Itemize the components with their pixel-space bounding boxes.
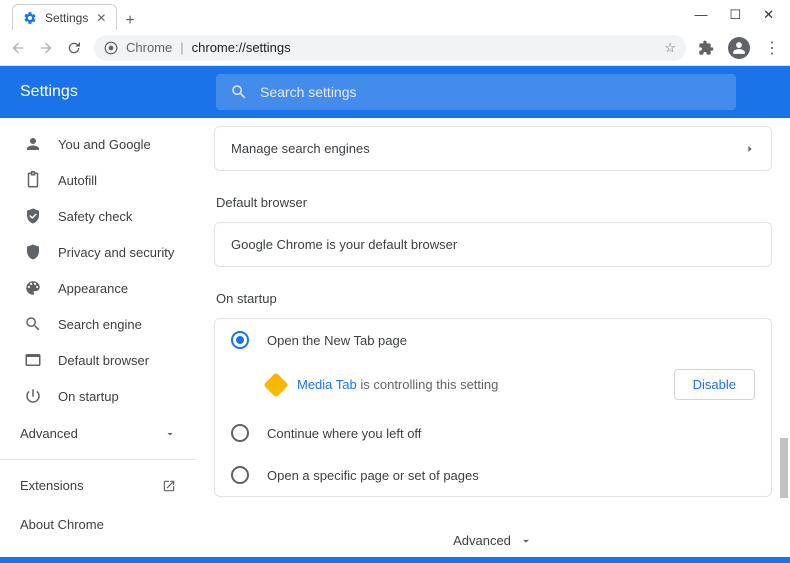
person-icon xyxy=(24,135,42,153)
shield-icon xyxy=(24,243,42,261)
sidebar-item-label: Autofill xyxy=(58,173,97,188)
url-path: chrome://settings xyxy=(192,40,291,55)
chrome-page-icon xyxy=(104,41,118,55)
extensions-label: Extensions xyxy=(20,478,84,493)
content-area: Manage search engines Default browser Go… xyxy=(196,118,790,555)
sidebar: You and Google Autofill Safety check Pri… xyxy=(0,118,196,555)
sidebar-item-label: Privacy and security xyxy=(58,245,174,260)
sidebar-about[interactable]: About Chrome xyxy=(0,505,196,544)
extension-icon xyxy=(263,372,288,397)
default-browser-card: Google Chrome is your default browser xyxy=(214,222,772,267)
scroll-thumb[interactable] xyxy=(780,438,788,498)
chevron-down-icon xyxy=(519,534,533,548)
on-startup-card: Open the New Tab page Media Tab is contr… xyxy=(214,318,772,497)
sidebar-item-label: You and Google xyxy=(58,137,151,152)
extension-link[interactable]: Media Tab xyxy=(297,377,357,392)
search-input[interactable] xyxy=(260,84,722,100)
sidebar-item-label: On startup xyxy=(58,389,119,404)
search-icon xyxy=(230,83,248,101)
close-window-icon[interactable]: ✕ xyxy=(763,7,774,23)
gear-icon xyxy=(23,11,37,25)
sidebar-extensions[interactable]: Extensions xyxy=(0,466,196,505)
sidebar-item-appearance[interactable]: Appearance xyxy=(0,270,196,306)
reload-icon[interactable] xyxy=(66,40,82,56)
on-startup-section-title: On startup xyxy=(214,285,772,318)
search-icon xyxy=(24,315,42,333)
about-label: About Chrome xyxy=(20,517,104,532)
window-border-bottom xyxy=(0,557,790,563)
option-label: Open a specific page or set of pages xyxy=(267,468,479,483)
tab-title: Settings xyxy=(45,11,88,25)
star-icon[interactable]: ☆ xyxy=(664,40,676,56)
sidebar-item-label: Safety check xyxy=(58,209,132,224)
controlled-suffix: is controlling this setting xyxy=(357,377,499,392)
browser-icon xyxy=(24,351,42,369)
chevron-right-icon xyxy=(745,144,755,154)
startup-option-continue[interactable]: Continue where you left off xyxy=(215,412,771,454)
option-label: Continue where you left off xyxy=(267,426,421,441)
open-in-new-icon xyxy=(162,479,176,493)
option-label: Open the New Tab page xyxy=(267,333,407,348)
avatar-icon[interactable] xyxy=(728,37,750,59)
startup-option-specific[interactable]: Open a specific page or set of pages xyxy=(215,454,771,496)
sidebar-item-safety-check[interactable]: Safety check xyxy=(0,198,196,234)
maximize-icon[interactable]: ☐ xyxy=(729,7,741,23)
disable-button[interactable]: Disable xyxy=(674,369,755,400)
chevron-down-icon xyxy=(164,428,176,440)
url-prefix: Chrome xyxy=(126,40,172,55)
advanced-label: Advanced xyxy=(20,426,78,441)
sidebar-item-you-and-google[interactable]: You and Google xyxy=(0,126,196,162)
radio-checked-icon[interactable] xyxy=(231,331,249,349)
minimize-icon[interactable]: — xyxy=(694,7,707,23)
manage-search-engines-row[interactable]: Manage search engines xyxy=(214,126,772,171)
startup-option-new-tab[interactable]: Open the New Tab page xyxy=(215,319,771,361)
close-icon[interactable]: ✕ xyxy=(96,11,106,25)
sidebar-item-label: Default browser xyxy=(58,353,149,368)
sidebar-item-label: Appearance xyxy=(58,281,128,296)
clipboard-icon xyxy=(24,171,42,189)
sidebar-item-label: Search engine xyxy=(58,317,142,332)
shield-check-icon xyxy=(24,207,42,225)
scrollbar[interactable] xyxy=(778,118,788,555)
radio-unchecked-icon[interactable] xyxy=(231,424,249,442)
default-browser-section-title: Default browser xyxy=(214,189,772,222)
new-tab-button[interactable]: + xyxy=(125,12,134,30)
manage-search-engines-label: Manage search engines xyxy=(231,141,370,156)
controlled-by-extension-row: Media Tab is controlling this setting Di… xyxy=(215,361,771,412)
sidebar-item-default-browser[interactable]: Default browser xyxy=(0,342,196,378)
extensions-icon[interactable] xyxy=(698,40,714,56)
sidebar-item-search-engine[interactable]: Search engine xyxy=(0,306,196,342)
sidebar-advanced[interactable]: Advanced xyxy=(0,414,196,453)
advanced-label: Advanced xyxy=(453,533,511,548)
power-icon xyxy=(24,387,42,405)
sidebar-item-on-startup[interactable]: On startup xyxy=(0,378,196,414)
radio-unchecked-icon[interactable] xyxy=(231,466,249,484)
browser-tab[interactable]: Settings ✕ xyxy=(12,4,117,30)
default-browser-text: Google Chrome is your default browser xyxy=(231,237,457,252)
forward-icon[interactable] xyxy=(38,40,54,56)
kebab-menu-icon[interactable]: ⋮ xyxy=(764,38,780,58)
address-bar[interactable]: Chrome | chrome://settings ☆ xyxy=(94,35,686,61)
sidebar-item-autofill[interactable]: Autofill xyxy=(0,162,196,198)
search-settings-field[interactable] xyxy=(216,74,736,110)
palette-icon xyxy=(24,279,42,297)
page-title: Settings xyxy=(20,83,192,101)
sidebar-item-privacy[interactable]: Privacy and security xyxy=(0,234,196,270)
back-icon[interactable] xyxy=(10,40,26,56)
advanced-toggle[interactable]: Advanced xyxy=(214,515,772,555)
